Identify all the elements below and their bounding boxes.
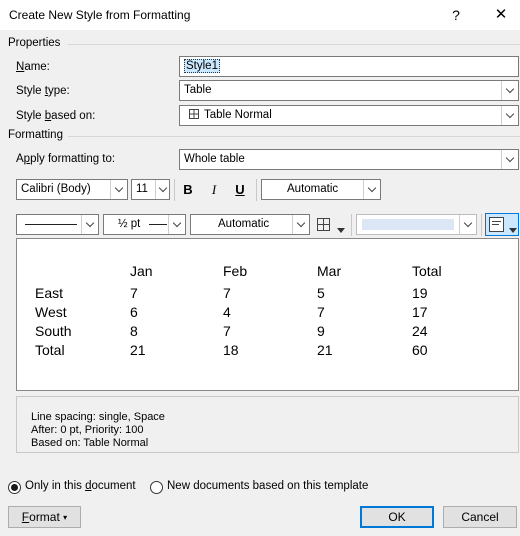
preview-cell: 5 (317, 285, 325, 301)
border-color-value: Automatic (218, 218, 270, 230)
font-color-dropdown[interactable]: Automatic (261, 179, 381, 200)
preview-row-label: East (35, 285, 64, 301)
preview-cell: 18 (223, 342, 239, 358)
font-size-dropdown[interactable]: 11 (131, 179, 170, 200)
alignment-button[interactable] (485, 213, 519, 236)
only-this-document-radio[interactable] (8, 481, 21, 494)
borders-grid-icon[interactable] (315, 216, 333, 234)
chevron-down-icon (501, 81, 518, 100)
properties-divider (68, 44, 520, 45)
preview-header-cell: Feb (223, 263, 248, 279)
preview-cell: 17 (412, 304, 428, 320)
toolbar-separator (351, 214, 352, 236)
toolbar-separator (174, 179, 175, 201)
formatting-divider (68, 136, 520, 137)
style-based-value: Table Normal (204, 109, 272, 121)
preview-cell: 7 (317, 304, 325, 320)
description-line: Based on: Table Normal (31, 437, 149, 449)
style-based-label: Style based on: (16, 110, 96, 122)
chevron-down-icon (459, 215, 476, 234)
style-based-dropdown[interactable]: Table Normal (179, 105, 519, 126)
font-size-value: 11 (136, 183, 148, 195)
border-weight-value: ½ pt (118, 218, 141, 230)
shading-color-dropdown[interactable] (356, 214, 477, 235)
name-label: Name: (16, 61, 50, 73)
chevron-down-icon (363, 180, 380, 199)
title-bar: Create New Style from Formatting ? ✕ (0, 0, 520, 30)
style-preview: Jan Feb Mar Total East 7 7 5 19 West 6 4… (16, 238, 519, 391)
preview-cell: 6 (130, 304, 138, 320)
chevron-down-icon (501, 106, 518, 125)
apply-formatting-label: Apply formatting to: (16, 153, 116, 165)
bold-button[interactable]: B (177, 179, 199, 200)
properties-section-label: Properties (8, 37, 61, 49)
caret-down-icon: ▾ (63, 513, 68, 522)
style-type-label: Style type: (16, 85, 70, 97)
preview-cell: 9 (317, 323, 325, 339)
style-type-value: Table (184, 84, 212, 96)
preview-cell: 60 (412, 342, 428, 358)
style-description: Line spacing: single, Space After: 0 pt,… (16, 396, 519, 453)
font-color-value: Automatic (287, 183, 339, 195)
window-title: Create New Style from Formatting (9, 8, 191, 22)
preview-cell: 21 (130, 342, 146, 358)
preview-cell: 8 (130, 323, 138, 339)
preview-row-label: Total (35, 342, 65, 358)
apply-formatting-dropdown[interactable]: Whole table (179, 149, 519, 170)
new-documents-label[interactable]: New documents based on this template (167, 480, 368, 492)
border-line-sample (25, 224, 77, 225)
border-color-dropdown[interactable]: Automatic (190, 214, 310, 235)
preview-header-cell: Jan (130, 263, 153, 279)
name-input[interactable]: Style1 (179, 56, 519, 77)
border-weight-dropdown[interactable]: ½ pt (103, 214, 186, 235)
toolbar-separator (256, 179, 257, 201)
table-grid-icon (189, 109, 199, 121)
formatting-section-label: Formatting (8, 129, 63, 141)
chevron-down-icon (81, 215, 98, 234)
chevron-down-icon (501, 150, 518, 169)
borders-dropdown-icon[interactable] (337, 222, 345, 236)
chevron-down-icon (155, 180, 169, 199)
format-button-label: Format (21, 510, 60, 524)
apply-formatting-value: Whole table (184, 153, 245, 165)
cancel-button[interactable]: Cancel (443, 506, 517, 528)
shading-color-swatch (362, 219, 454, 230)
font-name-value: Calibri (Body) (21, 183, 91, 195)
help-icon[interactable]: ? (436, 2, 476, 28)
font-name-dropdown[interactable]: Calibri (Body) (16, 179, 128, 200)
ok-button[interactable]: OK (360, 506, 434, 528)
preview-cell: 7 (223, 285, 231, 301)
preview-header-cell: Total (412, 263, 442, 279)
alignment-dropdown-icon (509, 222, 517, 236)
preview-header-cell: Mar (317, 263, 342, 279)
underline-button[interactable]: U (229, 179, 251, 200)
chevron-down-icon (110, 180, 127, 199)
close-icon[interactable]: ✕ (481, 2, 520, 28)
italic-button[interactable]: I (203, 179, 225, 200)
chevron-down-icon (168, 215, 185, 234)
preview-row-label: West (35, 304, 67, 320)
only-this-document-label[interactable]: Only in this document (25, 480, 136, 492)
format-button[interactable]: Format ▾ (8, 506, 81, 528)
preview-cell: 4 (223, 304, 231, 320)
border-weight-sample (149, 224, 167, 225)
new-documents-radio[interactable] (150, 481, 163, 494)
preview-cell: 24 (412, 323, 428, 339)
style-type-dropdown[interactable]: Table (179, 80, 519, 101)
preview-cell: 7 (130, 285, 138, 301)
preview-cell: 21 (317, 342, 333, 358)
align-icon (489, 217, 504, 235)
preview-row-label: South (35, 323, 72, 339)
description-line: After: 0 pt, Priority: 100 (31, 424, 144, 436)
description-line: Line spacing: single, Space (31, 411, 165, 423)
border-style-dropdown[interactable] (16, 214, 99, 235)
chevron-down-icon (292, 215, 309, 234)
preview-cell: 19 (412, 285, 428, 301)
preview-cell: 7 (223, 323, 231, 339)
toolbar-separator (481, 214, 482, 236)
name-input-value: Style1 (184, 59, 220, 73)
